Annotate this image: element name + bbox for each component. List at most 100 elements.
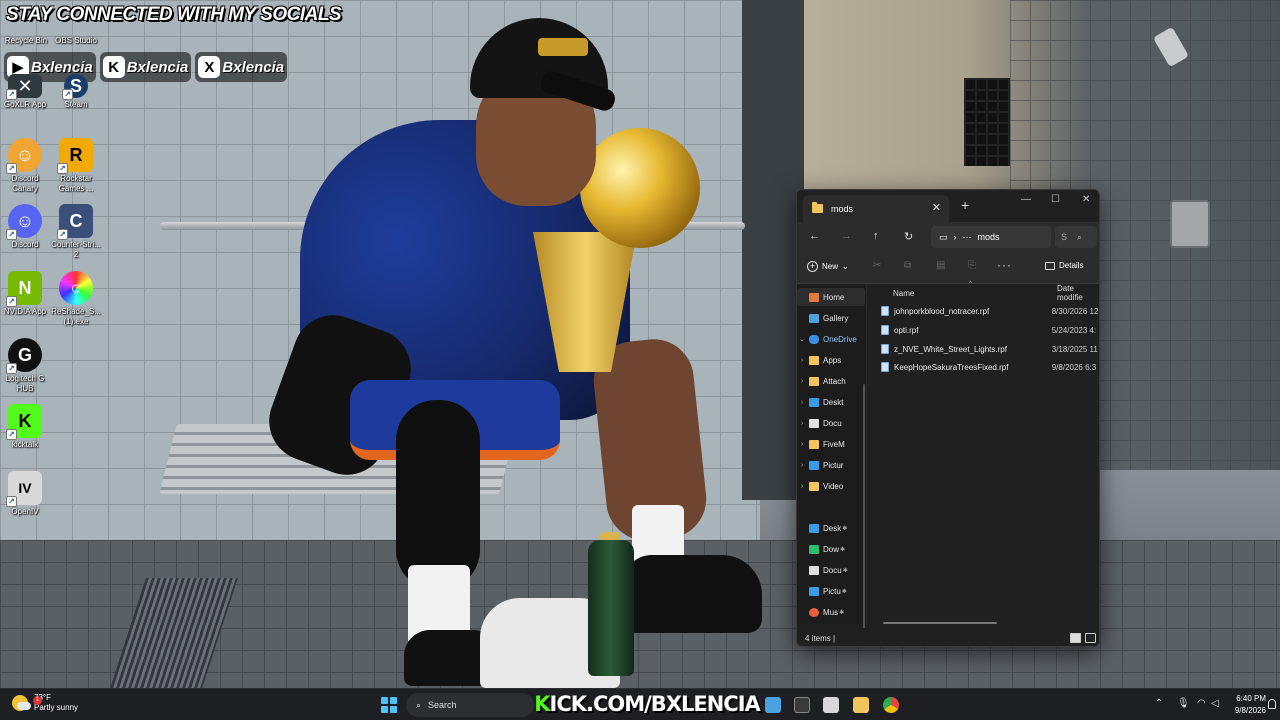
more-options-icon[interactable]: ··· (997, 258, 1012, 272)
weather-widget[interactable]: 1 73°F Partly sunny (12, 693, 78, 713)
close-window-icon[interactable]: ✕ (1082, 194, 1090, 205)
nav-item-quick-documents[interactable]: Docu ✱ (797, 561, 865, 579)
notification-badge: 1 (33, 696, 42, 705)
nav-item-videos-folder[interactable]: › Video (797, 477, 865, 495)
address-box[interactable]: ▭ › ··· mods (931, 226, 1051, 248)
downloads-icon (809, 544, 819, 554)
file-explorer-app-icon[interactable] (853, 697, 869, 713)
terminal-app-icon[interactable] (794, 697, 810, 713)
player-cap-logo (538, 38, 588, 56)
file-row[interactable]: z_NVE_White_Street_Lights.rpf 3/18/2025 … (881, 341, 1099, 357)
nav-item-quick-downloads[interactable]: Dow ✱ (797, 540, 865, 558)
details-label: Details (1059, 261, 1084, 270)
nav-scrollbar[interactable] (863, 384, 865, 646)
photos-app-icon[interactable] (765, 697, 781, 713)
nav-item-gallery[interactable]: Gallery (797, 309, 865, 327)
nav-item-documents-folder[interactable]: › Docu (797, 414, 865, 432)
show-hidden-icons[interactable]: ⌃ (1155, 698, 1163, 709)
tiles-view-icon[interactable] (1085, 633, 1096, 643)
copy-icon[interactable]: ⧉ (904, 260, 911, 271)
breadcrumb-more[interactable]: ··· (963, 232, 972, 242)
start-button[interactable] (381, 697, 397, 713)
notepad-app-icon[interactable] (823, 697, 839, 713)
new-label: New (822, 262, 839, 271)
nav-item-desktop-folder[interactable]: › Deskt (797, 393, 865, 411)
tab-close-icon[interactable]: ✕ (932, 201, 941, 214)
nav-item-label: Gallery (823, 313, 849, 323)
nav-item-attach[interactable]: › Attach (797, 372, 865, 390)
clock[interactable]: 6:40 PM 9/8/2026 (1222, 693, 1266, 717)
pictures-icon (809, 460, 819, 470)
volume-icon[interactable]: ◁ (1211, 698, 1219, 709)
file-row[interactable]: johnporkblood_notracer.rpf 8/30/2026 12 (881, 303, 1099, 319)
back-arrow-icon[interactable]: ← (809, 230, 820, 242)
nav-item-quick-pictures[interactable]: Pictu ✱ (797, 582, 865, 600)
rename-icon[interactable]: ⎘ (968, 260, 976, 271)
details-button[interactable]: Details (1045, 261, 1083, 270)
desktop-icon-label: OBS Studio (55, 36, 97, 45)
nav-item-home[interactable]: Home (797, 288, 865, 306)
cut-icon[interactable]: ✂ (873, 260, 881, 271)
desktop-icon-reshade[interactable]: ○ ReShade_S... (1).exe (43, 271, 109, 327)
desktop-icon-steam[interactable]: S ↗ Steam (43, 74, 109, 110)
new-button[interactable]: + New ⌄ (807, 261, 849, 272)
reshade-icon: ○ (59, 271, 93, 305)
chevron-right-icon[interactable]: › (797, 441, 807, 448)
maximize-icon[interactable]: ☐ (1051, 194, 1060, 205)
chevron-right-icon[interactable]: › (797, 420, 807, 427)
social-handle: Bxlencia (31, 58, 93, 76)
file-row[interactable]: KeepHopeSakuraTreesFixed.rpf 9/8/2026 6:… (881, 359, 1099, 375)
file-name: johnporkblood_notracer.rpf (894, 306, 990, 316)
column-header-name[interactable]: Name (893, 284, 914, 302)
notifications-bell-icon[interactable] (1268, 699, 1276, 709)
chrome-app-icon[interactable] (883, 697, 899, 713)
chevron-right-icon[interactable]: › (797, 483, 807, 490)
details-view-icon[interactable] (1070, 633, 1081, 643)
search-icon: ⌕ (416, 699, 422, 710)
nav-item-pictures-folder[interactable]: › Pictur (797, 456, 865, 474)
search-input[interactable]: S ⌕ (1055, 226, 1097, 248)
nav-item-quick-desktop[interactable]: Desk ✱ (797, 519, 865, 537)
new-tab-button[interactable]: + (961, 197, 969, 213)
chevron-right-icon[interactable]: › (797, 357, 807, 364)
folder-icon (809, 355, 819, 365)
desktop-icon-obs-studio[interactable]: OBS Studio (43, 36, 109, 46)
nav-item-apps[interactable]: › Apps (797, 351, 865, 369)
taskbar-search[interactable]: ⌕ Search (406, 693, 534, 717)
details-pane-icon (1045, 261, 1055, 270)
logitech-icon: G ↗ (6, 338, 42, 374)
desktop-folder-icon (809, 397, 819, 407)
folder-icon (809, 376, 819, 386)
chevron-right-icon[interactable]: › (797, 462, 807, 469)
file-row[interactable]: opti.rpf 5/24/2023 4: (881, 322, 1099, 338)
tab-mods[interactable]: mods ✕ (803, 195, 949, 222)
file-explorer-window: mods ✕ + — ☐ ✕ ← → ↑ ↻ ▭ › ··· mods S ⌕ … (796, 189, 1100, 647)
nav-item-quick-music[interactable]: Mus ✱ (797, 603, 865, 621)
home-icon (809, 292, 819, 302)
desktop-icon-label: OpenIV (11, 507, 39, 516)
wifi-icon[interactable]: ◠ (1197, 698, 1206, 709)
chevron-down-icon[interactable]: ⌄ (797, 335, 807, 343)
desktop-icon-openiv[interactable]: IV ↗ OpenIV (0, 471, 58, 517)
paste-icon[interactable]: ▤ (936, 260, 945, 271)
chevron-right-icon[interactable]: › (797, 399, 807, 406)
up-arrow-icon[interactable]: ↑ (873, 230, 879, 242)
desktop-icon-logitech-g-hub[interactable]: G ↗ Logitech G HUB (0, 338, 58, 394)
desktop-icon-kicktalk[interactable]: K ↗ kicktalk (0, 404, 58, 450)
breadcrumb-current[interactable]: mods (978, 232, 1000, 242)
desktop-icon-counter-strike[interactable]: C ↗ Counter-Stri... 2 (43, 204, 109, 260)
forward-arrow-icon[interactable]: → (841, 230, 852, 242)
desktop-icon-rockstar-games[interactable]: R ↗ Rockstar Games ... (43, 138, 109, 194)
nav-item-onedrive[interactable]: ⌄ OneDrive (797, 330, 865, 348)
title-bar[interactable]: mods ✕ + — ☐ ✕ (797, 190, 1099, 222)
nav-item-fivem[interactable]: › FiveM (797, 435, 865, 453)
folder-icon (809, 481, 819, 491)
refresh-icon[interactable]: ↻ (904, 230, 913, 243)
chevron-right-icon[interactable]: › (797, 378, 807, 385)
minimize-icon[interactable]: — (1021, 194, 1031, 205)
microphone-icon[interactable]: 🎙 (1177, 698, 1190, 709)
column-header-date[interactable]: Date modifie (1057, 284, 1099, 302)
horizontal-scrollbar[interactable] (883, 622, 997, 624)
nav-item-label: Home (823, 292, 845, 302)
windows-logo-icon (381, 697, 388, 704)
